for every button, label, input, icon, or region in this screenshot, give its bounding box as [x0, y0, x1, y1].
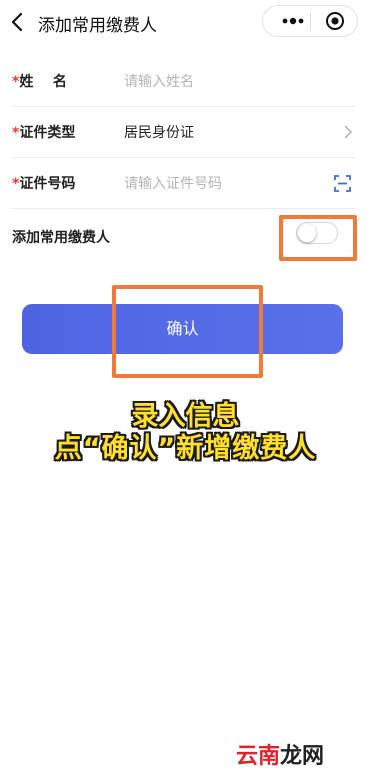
page-title: 添加常用缴费人	[38, 16, 157, 36]
chevron-right-icon[interactable]	[343, 124, 353, 140]
caption-line-2: 点“确认”新增缴费人	[54, 433, 317, 464]
name-label-text: 姓 名	[19, 74, 67, 90]
name-label: *姓 名	[12, 71, 67, 91]
name-input[interactable]: 请输入姓名	[124, 71, 194, 91]
menu-capsule	[262, 5, 358, 37]
id-type-value[interactable]: 居民身份证	[124, 122, 194, 142]
id-type-label-text: 证件类型	[19, 125, 76, 141]
target-icon[interactable]	[325, 11, 345, 31]
id-type-row[interactable]: *证件类型 居民身份证	[12, 107, 355, 158]
id-type-label: *证件类型	[12, 122, 75, 142]
confirm-highlight-box	[112, 285, 263, 378]
watermark-logo: 云南龙网	[236, 738, 324, 770]
top-bar: 添加常用缴费人	[0, 0, 371, 48]
id-number-input[interactable]: 请输入证件号码	[124, 173, 222, 193]
watermark-part-1: 云南	[236, 744, 281, 769]
id-number-row: *证件号码 请输入证件号码	[12, 158, 355, 209]
chevron-left-icon[interactable]	[6, 8, 30, 36]
more-dots-icon[interactable]	[280, 11, 306, 31]
scan-icon[interactable]	[334, 175, 351, 192]
id-number-label: *证件号码	[12, 173, 75, 193]
name-row: *姓 名 请输入姓名	[12, 56, 355, 107]
watermark-part-2: 龙网	[280, 744, 325, 769]
toggle-highlight-box	[279, 215, 357, 261]
capsule-divider	[310, 13, 311, 30]
id-number-label-text: 证件号码	[19, 176, 76, 192]
add-common-label: 添加常用缴费人	[12, 230, 110, 246]
